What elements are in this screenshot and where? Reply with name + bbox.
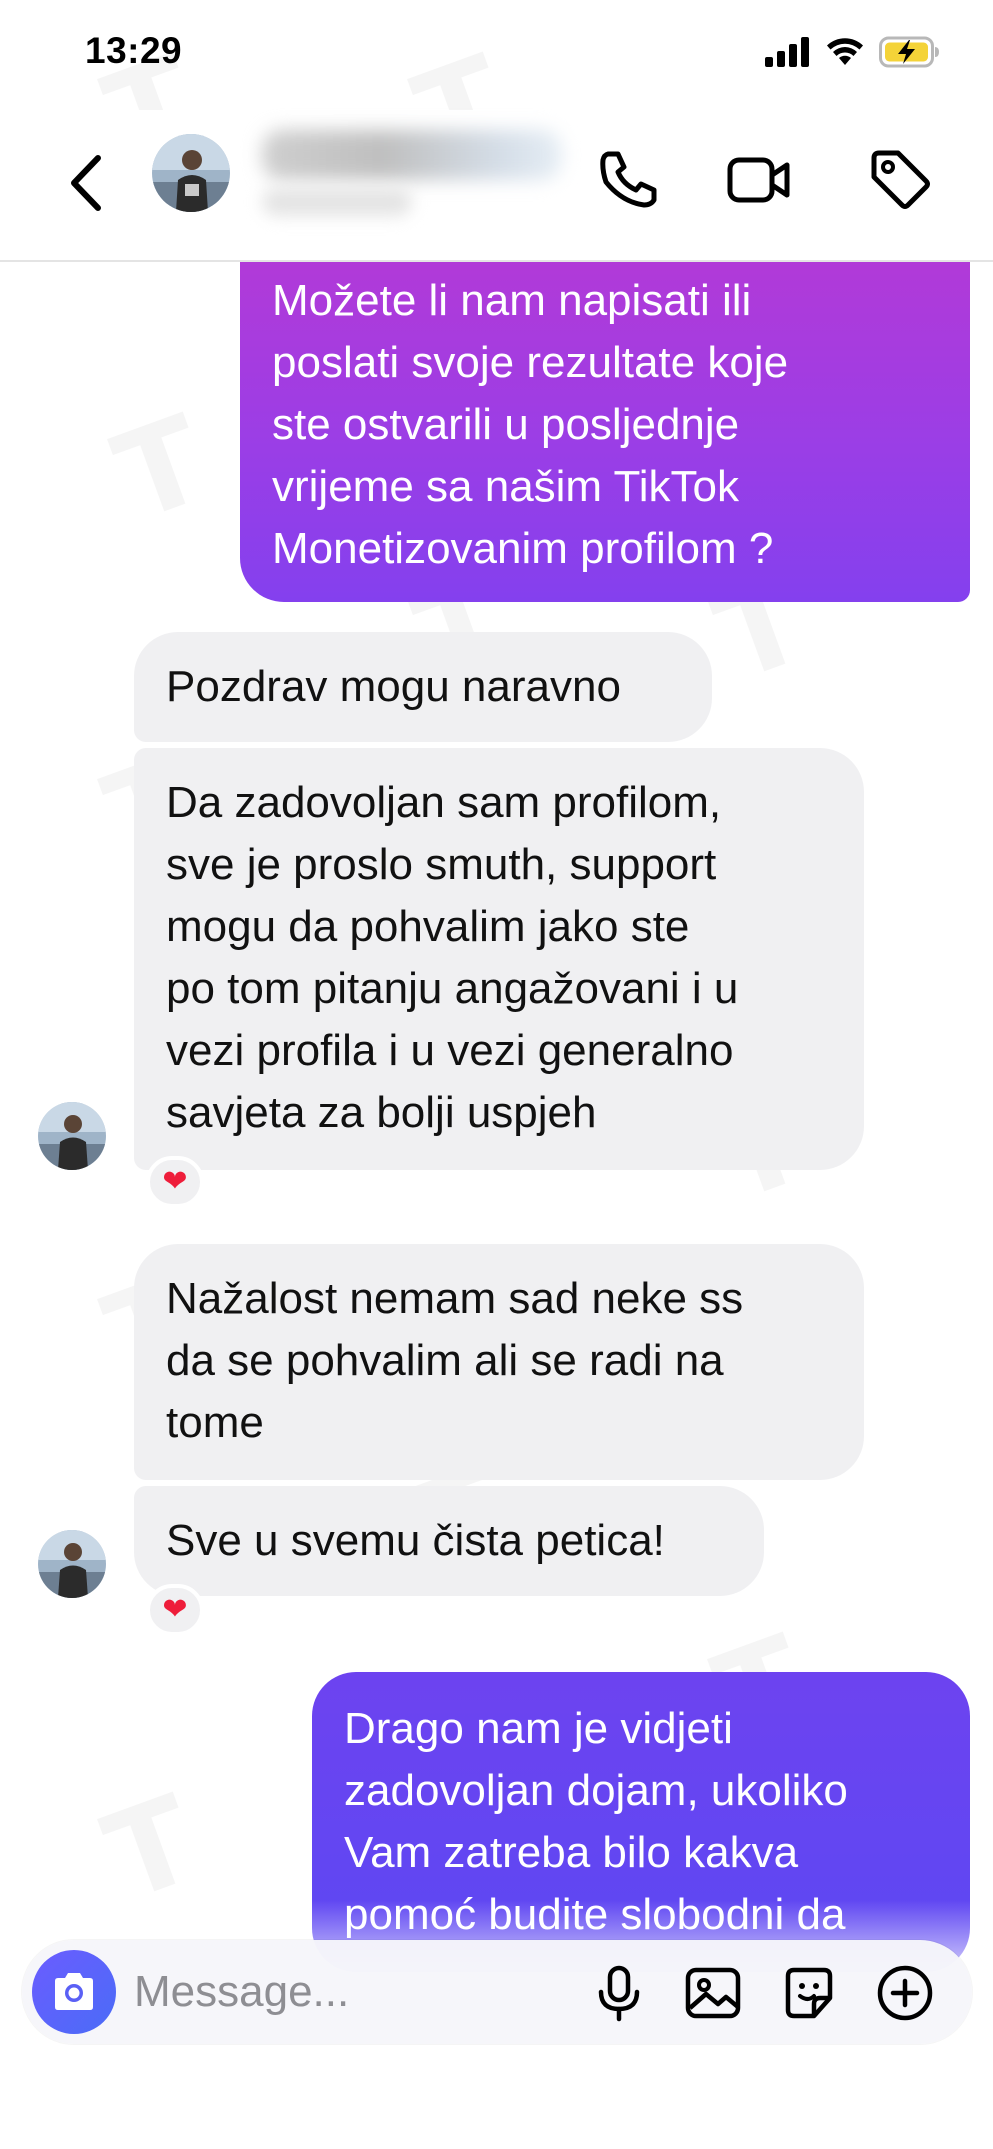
message-line: Sve u svemu čista petica! <box>166 1516 665 1565</box>
status-icons <box>765 36 941 68</box>
contact-subtitle-blurred <box>262 188 412 216</box>
signal-icon <box>765 37 809 67</box>
incoming-message[interactable]: Da zadovoljan sam profilom, sve je prosl… <box>134 748 864 1170</box>
message-line: Monetizovanim profilom ? <box>272 524 774 573</box>
message-input[interactable] <box>134 1964 534 2020</box>
message-line: sve je proslo smuth, support <box>166 840 717 889</box>
message-line: tome <box>166 1398 264 1447</box>
message-line: vezi profila i u vezi generalno <box>166 1026 734 1075</box>
message-line: poslati svoje rezultate koje <box>272 338 789 387</box>
camera-icon <box>55 1973 93 2010</box>
message-line: Možete li nam napisati ili <box>272 276 752 325</box>
chat-header <box>0 110 993 262</box>
sender-avatar[interactable] <box>38 1530 106 1598</box>
message-line: ste ostvarili u posljednje <box>272 400 740 449</box>
message-line: savjeta za bolji uspjeh <box>166 1088 597 1137</box>
sticker-icon[interactable] <box>778 1962 840 2024</box>
heart-reaction[interactable]: ❤ <box>146 1156 204 1208</box>
video-camera-icon[interactable] <box>724 144 794 214</box>
message-line: Pozdrav mogu naravno <box>166 662 621 711</box>
heart-reaction[interactable]: ❤ <box>146 1584 204 1636</box>
back-icon[interactable] <box>62 148 112 218</box>
phone-icon[interactable] <box>594 144 664 214</box>
watermark: T <box>99 390 223 549</box>
status-time: 13:29 <box>85 30 183 71</box>
message-line: Nažalost nemam sad neke ss <box>166 1274 744 1323</box>
avatar[interactable] <box>152 134 230 212</box>
incoming-message[interactable]: Sve u svemu čista petica! <box>134 1486 764 1596</box>
message-line: mogu da pohvalim jako ste <box>166 902 690 951</box>
message-composer <box>22 1940 972 2044</box>
contact-name-blurred <box>262 130 562 180</box>
message-line: Drago nam je vidjeti <box>344 1704 733 1753</box>
tag-icon[interactable] <box>864 144 934 214</box>
battery-charging-icon <box>879 36 939 68</box>
gallery-icon[interactable] <box>682 1962 744 2024</box>
microphone-icon[interactable] <box>588 1962 650 2024</box>
incoming-message[interactable]: Pozdrav mogu naravno <box>134 632 712 742</box>
sender-avatar[interactable] <box>38 1102 106 1170</box>
message-line: Da zadovoljan sam profilom, <box>166 778 722 827</box>
message-line: da se pohvalim ali se radi na <box>166 1336 724 1385</box>
status-bar: 13:29 <box>0 0 993 110</box>
camera-button[interactable] <box>32 1950 116 2034</box>
wifi-icon <box>827 38 863 65</box>
plus-icon[interactable] <box>874 1962 936 2024</box>
message-line: Vam zatreba bilo kakva <box>344 1828 799 1877</box>
message-line: vrijeme sa našim TikTok <box>272 462 740 511</box>
message-line: po tom pitanju angažovani i u <box>166 964 739 1013</box>
outgoing-message[interactable]: Možete li nam napisati ili poslati svoje… <box>240 262 970 602</box>
message-line: zadovoljan dojam, ukoliko <box>344 1766 848 1815</box>
incoming-message[interactable]: Nažalost nemam sad neke ss da se pohvali… <box>134 1244 864 1480</box>
